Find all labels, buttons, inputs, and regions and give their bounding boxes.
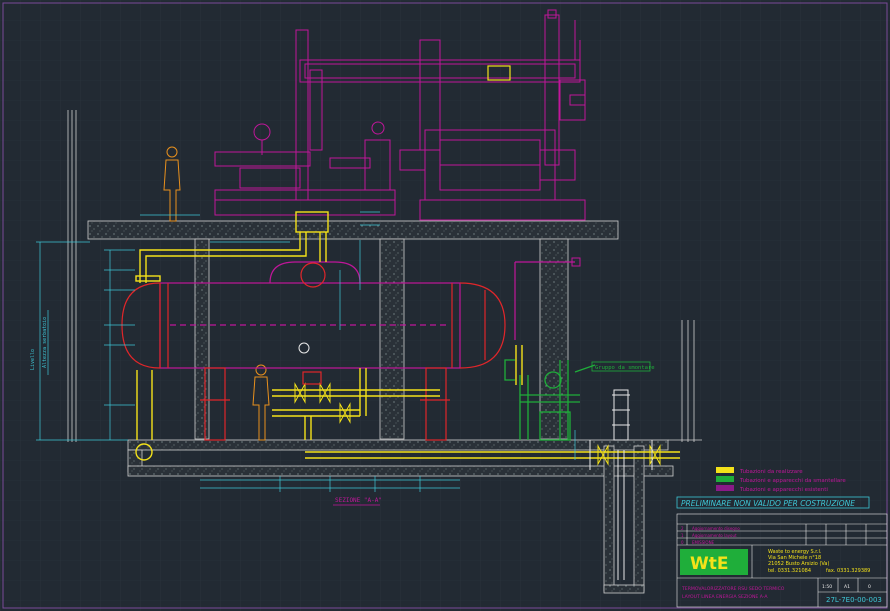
rev-row-0-desc: EMISSIONE [692, 540, 715, 545]
legend-text-yellow: Tubazioni da realizzare [739, 469, 803, 475]
sheet-size: A1 [844, 584, 850, 590]
company-line-3: 21052 Busto Arsizio (Va) [768, 561, 829, 567]
rev-row-1-desc: Aggiornamento layout [692, 533, 737, 538]
legend-text-green: Tubazioni e apparecchi da smantellare [739, 478, 846, 484]
legend-text-magenta: Tubazioni e apparecchi esistenti [739, 487, 828, 493]
drawing-title: LAYOUT LINEA ENERGIA SEZIONE A-A [682, 594, 768, 600]
company-logo: WtE [690, 554, 729, 574]
legend-swatch-green [716, 476, 734, 482]
project-name: TERMOVALORIZZATORE RSU SEDO TERMICO [681, 586, 785, 592]
company-line-5: fax. 0331.329389 [826, 568, 870, 574]
scale-value: 1:50 [822, 584, 832, 590]
section-label: SEZIONE "A-A" [335, 497, 382, 504]
legend-swatch-yellow [716, 467, 734, 473]
drawing-number: 27L-7E0-00-003 [826, 596, 882, 604]
cad-drawing-canvas: Gruppo da smontare Altezza serbatoio Liv… [0, 0, 890, 611]
dim-label-left: Altezza serbatoio [42, 317, 48, 368]
green-callout-text: Gruppo da smontare [595, 365, 655, 371]
dim-label-left-b: Livello [30, 349, 36, 370]
revision-value: 0 [868, 584, 871, 590]
preliminary-stamp: PRELIMINARE NON VALIDO PER COSTRUZIONE [681, 499, 855, 508]
legend-swatch-magenta [716, 485, 734, 491]
background-grid [0, 0, 890, 611]
rev-row-2-desc: Aggiornamento disegno [692, 526, 740, 531]
company-line-4: tel. 0331.321084 [768, 568, 811, 574]
